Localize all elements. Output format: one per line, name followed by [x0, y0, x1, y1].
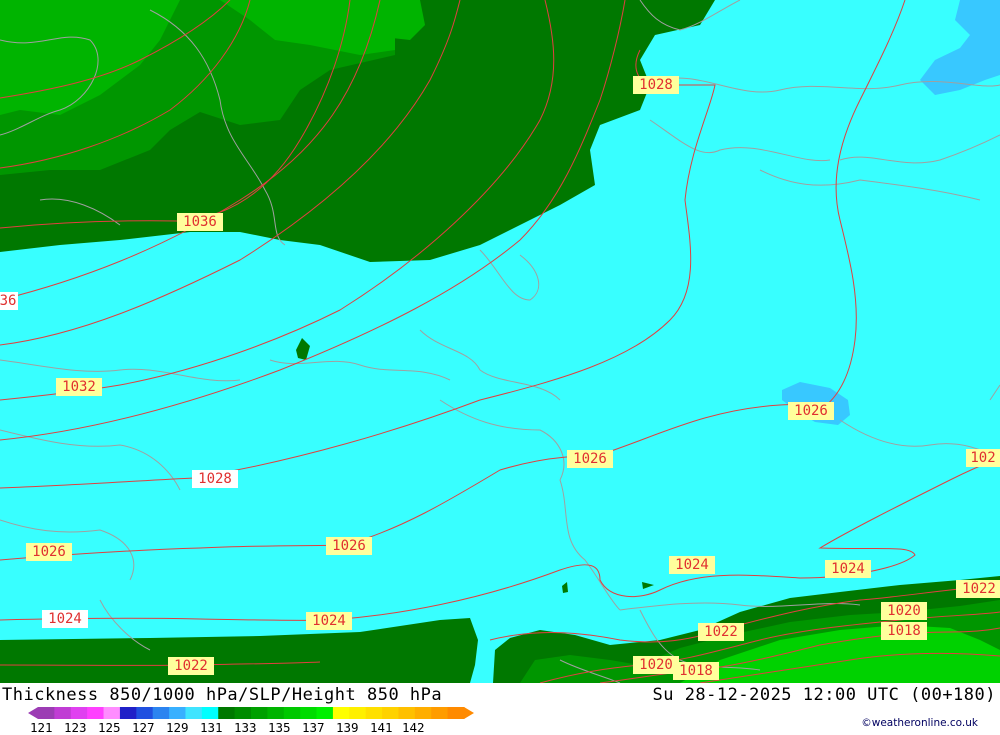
isobar-label: 36 — [0, 292, 18, 310]
legend-swatch — [152, 707, 170, 719]
legend-swatch — [316, 707, 334, 719]
legend-swatch — [398, 707, 416, 719]
legend-swatch — [332, 707, 350, 719]
legend-swatch — [136, 707, 154, 719]
svg-text:1024: 1024 — [48, 611, 82, 627]
isobar-label: 1028 — [633, 76, 679, 94]
isobar-label: 1026 — [26, 543, 72, 561]
legend-swatch — [283, 707, 301, 719]
isobar-label: 1036 — [177, 213, 223, 231]
legend-swatch — [38, 707, 55, 719]
svg-text:1026: 1026 — [573, 451, 607, 467]
svg-text:1020: 1020 — [639, 657, 673, 673]
color-legend — [28, 707, 474, 719]
isobar-label: 1018 — [881, 622, 927, 640]
svg-text:1018: 1018 — [887, 623, 921, 639]
isobar-label: 1020 — [881, 602, 927, 620]
isobar-label: 1026 — [326, 537, 372, 555]
legend-swatch — [300, 707, 318, 719]
legend-arrow-left — [28, 707, 38, 719]
isobar-label: 1022 — [168, 657, 214, 675]
legend-swatch — [234, 707, 252, 719]
legend-swatch — [431, 707, 449, 719]
legend-swatch — [447, 707, 465, 719]
legend-swatch — [169, 707, 186, 719]
svg-text:1022: 1022 — [704, 624, 738, 640]
isobar-label: 1024 — [306, 612, 352, 630]
legend-swatch — [218, 707, 236, 719]
isobar-label: 1024 — [42, 610, 88, 628]
legend-arrow-right — [464, 707, 474, 719]
map-footer: Thickness 850/1000 hPa/SLP/Height 850 hP… — [0, 683, 1000, 735]
legend-swatch — [382, 707, 399, 719]
legend-swatch — [251, 707, 268, 719]
legend-swatch — [267, 707, 285, 719]
isobar-label: 1022 — [956, 580, 1000, 598]
svg-text:1024: 1024 — [675, 557, 709, 573]
isobar-label: 1026 — [788, 402, 834, 420]
legend-swatch — [365, 707, 383, 719]
legend-swatch — [414, 707, 432, 719]
map-title: Thickness 850/1000 hPa/SLP/Height 850 hP… — [2, 685, 443, 705]
svg-text:1024: 1024 — [831, 561, 865, 577]
credit-link[interactable]: ©weatheronline.co.uk — [861, 717, 978, 729]
svg-text:1026: 1026 — [32, 544, 66, 560]
isobar-label: 1024 — [669, 556, 715, 574]
svg-text:1018: 1018 — [679, 663, 713, 679]
svg-text:1026: 1026 — [332, 538, 366, 554]
legend-swatch — [119, 707, 137, 719]
valid-time: Su 28-12-2025 12:00 UTC (00+180) — [652, 685, 996, 705]
svg-text:1028: 1028 — [198, 471, 232, 487]
svg-text:1024: 1024 — [312, 613, 346, 629]
legend-swatch — [103, 707, 121, 719]
svg-text:1022: 1022 — [174, 658, 208, 674]
legend-swatch — [87, 707, 105, 719]
isobar-label: 102 — [966, 449, 1000, 467]
isobar-label: 1020 — [633, 656, 679, 674]
isobar-label: 1032 — [56, 378, 102, 396]
svg-text:36: 36 — [0, 293, 16, 309]
legend-swatch — [201, 707, 219, 719]
svg-text:1036: 1036 — [183, 214, 217, 230]
legend-swatch — [349, 707, 367, 719]
svg-text:1020: 1020 — [887, 603, 921, 619]
legend-ticks: 121 123 125 127 129 131 133 135 137 139 141 142 — [30, 720, 510, 735]
isobar-label: 1028 — [192, 470, 238, 488]
svg-text:102: 102 — [970, 450, 995, 466]
isobar-label: 1024 — [825, 560, 871, 578]
isobar-label: 1018 — [673, 662, 719, 680]
legend-swatch — [185, 707, 203, 719]
legend-swatch — [54, 707, 72, 719]
svg-text:1026: 1026 — [794, 403, 828, 419]
svg-text:1028: 1028 — [639, 77, 673, 93]
svg-text:1032: 1032 — [62, 379, 96, 395]
svg-text:1022: 1022 — [962, 581, 996, 597]
thickness-map: 1028 1036 36 1032 1028 1026 1026 1026 10… — [0, 0, 1000, 683]
legend-swatch — [70, 707, 88, 719]
isobar-label: 1022 — [698, 623, 744, 641]
isobar-label: 1026 — [567, 450, 613, 468]
